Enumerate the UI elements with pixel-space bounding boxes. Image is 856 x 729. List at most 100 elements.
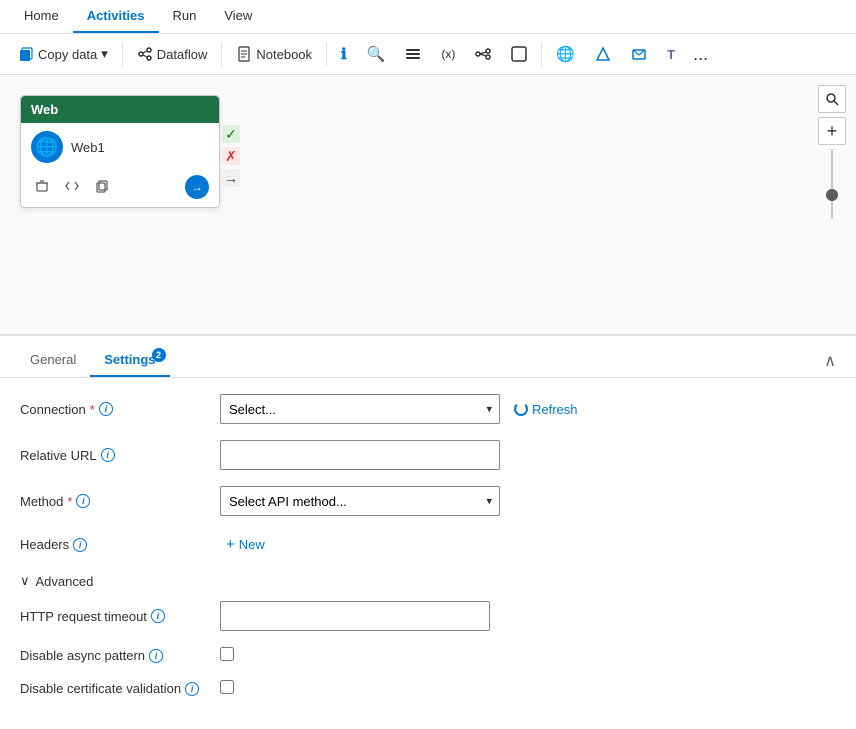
activity-card-name: Web1 [71, 140, 105, 155]
outlook-button[interactable] [623, 41, 655, 67]
disable-async-control [220, 647, 500, 664]
http-timeout-info-icon[interactable]: i [151, 609, 165, 623]
method-required: * [67, 494, 72, 509]
settings-badge: 2 [152, 348, 166, 362]
zoom-slider[interactable] [831, 149, 833, 229]
disable-cert-info-icon[interactable]: i [185, 682, 199, 696]
nav-home[interactable]: Home [10, 0, 73, 33]
refresh-button[interactable]: ↻ Refresh [508, 398, 584, 421]
disable-cert-control [220, 680, 500, 697]
notebook-button[interactable]: Notebook [228, 41, 320, 67]
method-select[interactable]: Select API method... GET POST PUT DELETE… [220, 486, 500, 516]
relative-url-input[interactable] [220, 440, 500, 470]
relative-url-label: Relative URL i [20, 448, 220, 463]
toolbar: Copy data ▾ Dataflow Notebook ℹ 🔍 (x) 🌐 … [0, 34, 856, 75]
disable-async-info-icon[interactable]: i [149, 649, 163, 663]
disable-cert-checkbox[interactable] [220, 680, 234, 694]
activity-delete-button[interactable] [31, 177, 53, 198]
advanced-section: ∨ Advanced HTTP request timeout i Disabl… [20, 573, 836, 697]
relative-url-row: Relative URL i [20, 440, 836, 470]
canvas-zoom-in-button[interactable]: + [818, 117, 846, 145]
headers-control: + New [220, 532, 500, 557]
disable-cert-row: Disable certificate validation i [20, 680, 836, 697]
disable-async-label: Disable async pattern i [20, 648, 220, 663]
connection-select-wrapper: Select... [220, 394, 500, 424]
tab-settings[interactable]: Settings 2 [90, 344, 169, 377]
connection-control: Select... [220, 394, 500, 424]
http-timeout-label: HTTP request timeout i [20, 609, 220, 624]
copy-data-dropdown-icon: ▾ [101, 46, 108, 62]
teams-button[interactable]: T [659, 42, 683, 67]
activity-copy-button[interactable] [91, 177, 113, 198]
disable-cert-label: Disable certificate validation i [20, 681, 220, 696]
toolbar-divider-4 [541, 42, 542, 66]
dataflow-button[interactable]: Dataflow [129, 41, 216, 67]
refresh-icon: ↻ [514, 402, 528, 416]
canvas-right-controls: + [818, 85, 846, 229]
connections-button[interactable] [467, 41, 499, 67]
global-button[interactable]: 🌐 [548, 40, 583, 68]
connection-row: Connection * i Select... ↻ Refresh [20, 394, 836, 424]
canvas-search-button[interactable] [818, 85, 846, 113]
success-connector-icon[interactable]: ✓ [222, 125, 240, 143]
nav-activities[interactable]: Activities [73, 0, 159, 33]
connector-icons: ✓ ✗ → [222, 125, 240, 187]
http-timeout-row: HTTP request timeout i [20, 601, 836, 631]
connection-select[interactable]: Select... [220, 394, 500, 424]
pipeline-button[interactable] [397, 41, 429, 67]
headers-row: Headers i + New [20, 532, 836, 557]
disable-async-row: Disable async pattern i [20, 647, 836, 664]
http-timeout-input[interactable] [220, 601, 490, 631]
panel-content: Connection * i Select... ↻ Refresh Relat… [0, 378, 856, 729]
disable-async-checkbox[interactable] [220, 647, 234, 661]
connection-info-icon[interactable]: i [99, 402, 113, 416]
method-label: Method * i [20, 494, 220, 509]
variables-button[interactable]: (x) [433, 42, 463, 66]
skip-connector-icon[interactable]: → [222, 169, 240, 187]
relative-url-control [220, 440, 500, 470]
azure-button[interactable] [587, 41, 619, 67]
panel-collapse-button[interactable]: ∧ [820, 347, 840, 375]
toolbar-divider-3 [326, 42, 327, 66]
activity-globe-icon: 🌐 [31, 131, 63, 163]
more-button[interactable]: ... [687, 40, 714, 68]
search-toolbar-button[interactable]: 🔍 [359, 40, 394, 68]
copy-data-button[interactable]: Copy data ▾ [10, 41, 116, 67]
method-select-wrapper: Select API method... GET POST PUT DELETE… [220, 486, 500, 516]
activity-card-web[interactable]: Web 🌐 Web1 → [20, 95, 220, 208]
advanced-chevron-icon: ∨ [20, 573, 30, 589]
canvas-area: Web 🌐 Web1 → ✓ ✗ → + [0, 75, 856, 335]
nav-run[interactable]: Run [159, 0, 211, 33]
new-header-plus-icon: + [226, 536, 235, 553]
fail-connector-icon[interactable]: ✗ [222, 147, 240, 165]
nav-view[interactable]: View [210, 0, 266, 33]
validate-button[interactable] [503, 41, 535, 67]
activity-card-body: 🌐 Web1 [21, 123, 219, 171]
toolbar-divider-2 [221, 42, 222, 66]
panel-header: General Settings 2 ∧ [0, 336, 856, 378]
method-row: Method * i Select API method... GET POST… [20, 486, 836, 516]
relative-url-info-icon[interactable]: i [101, 448, 115, 462]
new-header-button[interactable]: + New [220, 532, 271, 557]
zoom-thumb [826, 189, 838, 201]
info-button[interactable]: ℹ [333, 40, 355, 68]
connection-required: * [90, 402, 95, 417]
toolbar-divider-1 [122, 42, 123, 66]
copy-data-icon [18, 46, 34, 62]
activity-proceed-button[interactable]: → [185, 175, 209, 199]
tab-general[interactable]: General [16, 344, 90, 377]
headers-label: Headers i [20, 537, 220, 552]
method-control: Select API method... GET POST PUT DELETE… [220, 486, 500, 516]
dataflow-icon [137, 46, 153, 62]
method-info-icon[interactable]: i [76, 494, 90, 508]
http-timeout-control [220, 601, 490, 631]
advanced-toggle-button[interactable]: ∨ Advanced [20, 573, 93, 589]
top-navigation: Home Activities Run View [0, 0, 856, 34]
headers-info-icon[interactable]: i [73, 538, 87, 552]
activity-card-header: Web [21, 96, 219, 123]
panel-tabs: General Settings 2 [16, 344, 170, 377]
activity-code-button[interactable] [61, 177, 83, 198]
activity-card-footer: → [21, 171, 219, 207]
activity-card-title: Web [31, 102, 58, 117]
bottom-panel: General Settings 2 ∧ Connection * i Sele… [0, 335, 856, 729]
